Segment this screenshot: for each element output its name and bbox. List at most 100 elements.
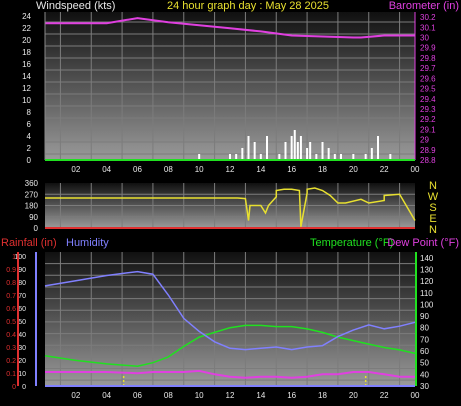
weather-graph-window: Windspeed (kts) 24 hour graph day : May … xyxy=(0,0,461,401)
x-tick-label: 12 xyxy=(226,165,235,174)
temperature-tick-label: 60 xyxy=(420,347,429,356)
time-axis-bottom: 02 04 06 08 10 12 14 16 18 20 22 00 xyxy=(71,391,420,400)
temperature-tick-label: 30 xyxy=(420,382,429,391)
barometer-tick-label: 29.7 xyxy=(420,64,436,73)
humidity-tick-label: 80 xyxy=(18,280,26,287)
rainfall-tick-label: 0.2 xyxy=(6,358,16,365)
x-tick-label: 14 xyxy=(256,391,265,400)
rainfall-tick-label: 0.9 xyxy=(6,267,16,274)
temperature-tick-label: 120 xyxy=(420,277,434,286)
x-tick-label: 10 xyxy=(195,165,204,174)
barometer-tick-label: 29.4 xyxy=(420,95,436,104)
barometer-tick-label: 29.5 xyxy=(420,85,436,94)
wind-bar xyxy=(309,142,312,160)
wind-bar xyxy=(290,136,293,160)
barometer-axis-title: Barometer (in) xyxy=(389,0,459,12)
rainfall-axis-title: Rainfall (in) xyxy=(1,237,57,249)
windspeed-tick-label: 8 xyxy=(27,108,32,117)
x-tick-label: 04 xyxy=(102,391,111,400)
humidity-tick-label: 50 xyxy=(18,319,26,326)
x-tick-label: 08 xyxy=(164,165,173,174)
x-tick-label: 16 xyxy=(287,391,296,400)
windspeed-tick-label: 18 xyxy=(22,48,31,57)
wind-bar xyxy=(299,136,302,160)
x-tick-label: 20 xyxy=(349,165,358,174)
windspeed-tick-label: 14 xyxy=(22,72,31,81)
windspeed-tick-label: 20 xyxy=(22,36,31,45)
windspeed-tick-label: 0 xyxy=(27,156,32,165)
temperature-axis-title: Temperature (°F) xyxy=(310,237,393,249)
compass-label: N xyxy=(429,224,437,236)
barometer-tick-label: 29.3 xyxy=(420,105,436,114)
humidity-ticks: 0102030405060708090100 xyxy=(14,254,26,391)
wind-bar xyxy=(377,136,379,160)
windspeed-tick-label: 12 xyxy=(22,84,31,93)
wind-bar xyxy=(306,148,309,160)
wind-bar xyxy=(370,148,373,160)
humidity-tick-label: 70 xyxy=(18,293,26,300)
windspeed-tick-label: 24 xyxy=(22,12,31,21)
humidity-tick-label: 90 xyxy=(18,267,26,274)
barometer-tick-label: 30 xyxy=(420,34,429,43)
x-tick-label: 14 xyxy=(256,165,265,174)
windspeed-ticks: 024681012141618202224 xyxy=(22,12,31,165)
x-tick-label: 00 xyxy=(411,165,420,174)
humidity-tick-label: 60 xyxy=(18,306,26,313)
temperature-tick-label: 50 xyxy=(420,359,429,368)
direction-tick-label: 360 xyxy=(25,179,39,188)
wind-bar xyxy=(241,148,244,160)
x-tick-label: 22 xyxy=(380,165,389,174)
windspeed-tick-label: 2 xyxy=(27,144,32,153)
windspeed-tick-label: 10 xyxy=(22,96,31,105)
rainfall-tick-label: 0.7 xyxy=(6,293,16,300)
compass-labels: NWSEN xyxy=(428,180,439,236)
temperature-tick-label: 110 xyxy=(420,289,433,298)
weather-charts: Windspeed (kts) 24 hour graph day : May … xyxy=(1,0,459,400)
temperature-tick-label: 100 xyxy=(420,300,434,309)
barometer-tick-label: 29.8 xyxy=(420,54,436,63)
x-tick-label: 20 xyxy=(349,391,358,400)
wind-bar xyxy=(284,142,287,160)
humidity-tick-label: 30 xyxy=(18,345,26,352)
windspeed-tick-label: 16 xyxy=(22,60,31,69)
humidity-tick-label: 10 xyxy=(18,371,26,378)
wind-bar xyxy=(327,148,330,160)
x-tick-label: 00 xyxy=(411,391,420,400)
temperature-tick-label: 70 xyxy=(420,335,429,344)
wind-bar xyxy=(321,142,324,160)
windspeed-tick-label: 22 xyxy=(22,24,31,33)
humidity-tick-label: 20 xyxy=(18,358,26,365)
temperature-tick-label: 40 xyxy=(420,370,429,379)
rainfall-tick-label: 0.6 xyxy=(6,306,16,313)
rainfall-tick-label: 0.5 xyxy=(6,319,16,326)
windspeed-axis-title: Windspeed (kts) xyxy=(36,0,115,12)
direction-tick-label: 90 xyxy=(29,213,38,222)
x-tick-label: 10 xyxy=(195,391,204,400)
x-tick-label: 04 xyxy=(102,165,111,174)
x-tick-label: 08 xyxy=(164,391,173,400)
wind-bar xyxy=(293,130,296,160)
temperature-tick-label: 80 xyxy=(420,324,429,333)
wind-bar xyxy=(247,136,250,160)
temperature-tick-label: 140 xyxy=(420,254,434,263)
graph-title: 24 hour graph day : May 28 2025 xyxy=(167,0,329,12)
rainfall-ticks: 00.10.20.30.40.50.60.70.80.91 xyxy=(6,254,16,391)
direction-ticks: 0 90 180 270 360 xyxy=(25,179,39,233)
temperature-plot-area xyxy=(45,252,415,386)
barometer-tick-label: 29.2 xyxy=(420,115,436,124)
rainfall-tick-label: 0.8 xyxy=(6,280,16,287)
x-tick-label: 06 xyxy=(133,165,142,174)
direction-tick-label: 0 xyxy=(34,224,39,233)
temperature-tick-label: 130 xyxy=(420,265,434,274)
humidity-tick-label: 0 xyxy=(22,384,26,391)
x-tick-label: 02 xyxy=(71,165,80,174)
rainfall-tick-label: 0.3 xyxy=(6,345,16,352)
windspeed-tick-label: 6 xyxy=(27,120,32,129)
humidity-tick-label: 40 xyxy=(18,332,26,339)
barometer-tick-label: 29 xyxy=(420,136,429,145)
x-tick-label: 02 xyxy=(71,391,80,400)
wind-bar xyxy=(253,142,256,160)
barometer-tick-label: 29.9 xyxy=(420,44,436,53)
time-axis-top: 02 04 06 08 10 12 14 16 18 20 22 00 xyxy=(71,165,420,174)
barometer-tick-label: 28.8 xyxy=(420,156,436,165)
